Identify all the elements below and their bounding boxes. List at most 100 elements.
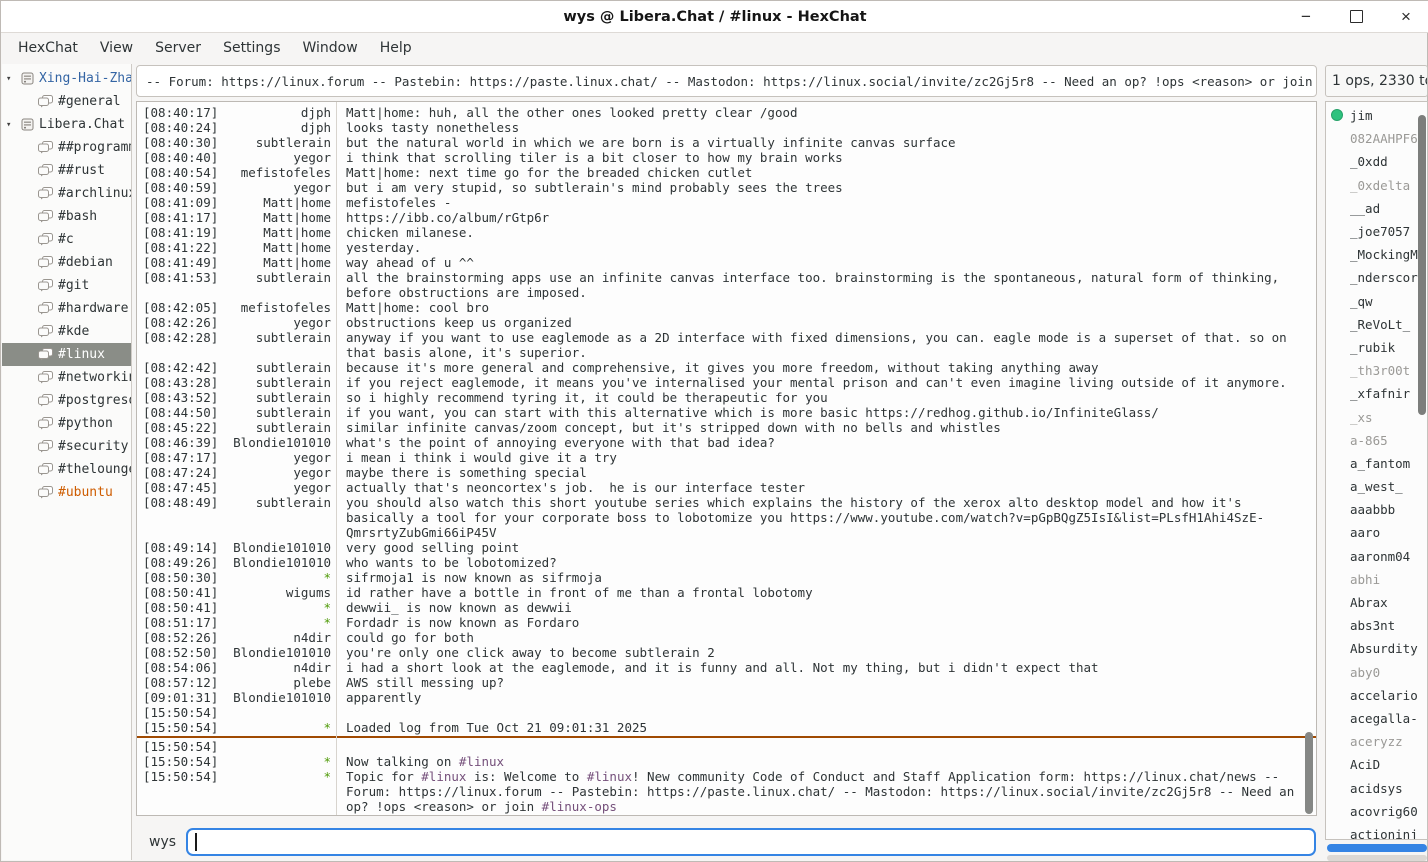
chat-line: [08:46:39]Blondie101010what's the point …	[137, 435, 1316, 450]
user-list-item[interactable]: _th3r00t	[1326, 359, 1427, 382]
expander-icon[interactable]: ▾	[6, 74, 21, 84]
user-nick: aaro	[1350, 525, 1380, 540]
message-text: yesterday.	[338, 240, 1316, 255]
chat-line: [08:41:17]Matt|homehttps://ibb.co/album/…	[137, 210, 1316, 225]
user-list-item[interactable]: _qw	[1326, 290, 1427, 313]
user-list-item[interactable]: _xfafnir	[1326, 382, 1427, 405]
close-button[interactable]: ×	[1393, 4, 1419, 30]
timestamp: [08:49:14]	[137, 540, 223, 555]
user-list-item[interactable]: _nderscor	[1326, 266, 1427, 289]
user-list-item[interactable]: _MockingM	[1326, 243, 1427, 266]
channel-row-postgresql[interactable]: #postgresql	[2, 389, 131, 412]
event-star: *	[223, 720, 338, 735]
timestamp: [08:47:24]	[137, 465, 223, 480]
tree-item-label: #bash	[58, 209, 97, 224]
channel-row-rust[interactable]: ##rust	[2, 159, 131, 182]
user-list-item[interactable]: __ad	[1326, 197, 1427, 220]
topic-bar[interactable]: -- Forum: https://linux.forum -- Pastebi…	[136, 65, 1317, 97]
user-list-item[interactable]: _0xdelta	[1326, 174, 1427, 197]
userlist-horizontal-scrollbar[interactable]	[1327, 844, 1427, 852]
user-list-item[interactable]: accelario	[1326, 684, 1427, 707]
channel-row-bash[interactable]: #bash	[2, 205, 131, 228]
chat-line: [08:50:41]wigumsid rather have a bottle …	[137, 585, 1316, 600]
user-nick: accelario	[1350, 688, 1418, 703]
channel-row-linux[interactable]: #linux	[2, 343, 131, 366]
user-list-item[interactable]: _rubik	[1326, 336, 1427, 359]
user-list-item[interactable]: 082AAHPF6	[1326, 127, 1427, 150]
tree-item-label: #thelounge	[58, 462, 131, 477]
nick: Matt|home	[223, 210, 338, 225]
timestamp: [08:43:28]	[137, 375, 223, 390]
channel-row-git[interactable]: #git	[2, 274, 131, 297]
user-count-box: 1 ops, 2330 tot	[1325, 65, 1428, 97]
menu-item-hexchat[interactable]: HexChat	[7, 36, 89, 60]
user-list[interactable]: jim082AAHPF6_0xdd_0xdelta__ad_joe7057 _Mo…	[1325, 101, 1428, 840]
channel-row-kde[interactable]: #kde	[2, 320, 131, 343]
timestamp: [15:50:54]	[137, 705, 223, 720]
message-text: Fordadr is now known as Fordaro	[338, 615, 1316, 630]
channel-row-debian[interactable]: #debian	[2, 251, 131, 274]
user-list-item[interactable]: acidsys	[1326, 776, 1427, 799]
user-list-item[interactable]: abs3nt	[1326, 614, 1427, 637]
channel-row-security[interactable]: #security	[2, 435, 131, 458]
user-list-item[interactable]: AciD	[1326, 753, 1427, 776]
user-list-item[interactable]: _0xdd	[1326, 150, 1427, 173]
user-list-item[interactable]: a_west_	[1326, 475, 1427, 498]
message-text: https://ibb.co/album/rGtp6r	[338, 210, 1316, 225]
menu-item-help[interactable]: Help	[369, 36, 423, 60]
minimize-button[interactable]: −	[1293, 4, 1319, 30]
timestamp: [08:51:17]	[137, 615, 223, 630]
userlist-scrollbar-thumb[interactable]	[1418, 115, 1426, 415]
chat-line: [08:54:06]n4diri had a short look at the…	[137, 660, 1316, 675]
chat-line: [08:45:22]subtlerainsimilar infinite can…	[137, 420, 1316, 435]
channel-row-thelounge[interactable]: #thelounge	[2, 458, 131, 481]
user-list-item[interactable]: _ReVoLt_	[1326, 313, 1427, 336]
channel-row-general[interactable]: #general	[2, 90, 131, 113]
channel-row-c[interactable]: #c	[2, 228, 131, 251]
user-list-item[interactable]: aaabbb	[1326, 498, 1427, 521]
nick: yegor	[223, 180, 338, 195]
user-list-item[interactable]: Abrax	[1326, 591, 1427, 614]
tree-item-label: #kde	[58, 324, 89, 339]
channel-row-networking[interactable]: #networking	[2, 366, 131, 389]
user-nick: _MockingM	[1350, 247, 1418, 262]
menu-item-view[interactable]: View	[89, 36, 144, 60]
user-list-item[interactable]: Absurdity	[1326, 637, 1427, 660]
user-list-item[interactable]: _joe7057	[1326, 220, 1427, 243]
chat-line: [15:50:54]	[137, 739, 1316, 754]
timestamp: [08:40:30]	[137, 135, 223, 150]
channel-row-python[interactable]: #python	[2, 412, 131, 435]
menu-item-settings[interactable]: Settings	[212, 36, 291, 60]
user-list-item[interactable]: acegalla-	[1326, 707, 1427, 730]
server-row-xinghaizhan[interactable]: ▾Xing-Hai-Zhan	[2, 67, 131, 90]
nick: Matt|home	[223, 225, 338, 240]
chat-area[interactable]: [08:40:17]djphMatt|home: huh, all the ot…	[136, 101, 1317, 816]
user-list-item[interactable]: a_fantom	[1326, 452, 1427, 475]
message-text: actually that's neoncortex's job. he is …	[338, 480, 1316, 495]
channel-row-hardware[interactable]: #hardware	[2, 297, 131, 320]
user-list-item[interactable]: aaro	[1326, 521, 1427, 544]
maximize-button[interactable]	[1343, 4, 1369, 30]
channel-row-archlinux[interactable]: #archlinux	[2, 182, 131, 205]
user-list-item[interactable]: jim	[1326, 104, 1427, 127]
user-list-item[interactable]: aby0	[1326, 661, 1427, 684]
user-list-item[interactable]: _xs	[1326, 405, 1427, 428]
nick: subtlerain	[223, 135, 338, 150]
message-input[interactable]	[186, 828, 1316, 856]
user-list-item[interactable]: aceryzz	[1326, 730, 1427, 753]
server-row-liberachat[interactable]: ▾Libera.Chat	[2, 113, 131, 136]
channel-row-programming[interactable]: ##programming	[2, 136, 131, 159]
user-list-item[interactable]: abhi	[1326, 568, 1427, 591]
user-list-item[interactable]: a-865	[1326, 429, 1427, 452]
menu-item-server[interactable]: Server	[144, 36, 212, 60]
menu-item-window[interactable]: Window	[291, 36, 368, 60]
event-star: *	[223, 814, 338, 816]
tree-item-label: ##programming	[58, 140, 131, 155]
channel-row-ubuntu[interactable]: #ubuntu	[2, 481, 131, 504]
user-list-item[interactable]: actioninj	[1326, 823, 1427, 840]
user-list-item[interactable]: acovrig60	[1326, 800, 1427, 823]
server-tree[interactable]: ▾Xing-Hai-Zhan#general▾Libera.Chat ##prog…	[2, 64, 132, 860]
expander-icon[interactable]: ▾	[6, 120, 21, 130]
chat-scrollbar-thumb[interactable]	[1305, 732, 1313, 814]
user-list-item[interactable]: aaronm04	[1326, 545, 1427, 568]
